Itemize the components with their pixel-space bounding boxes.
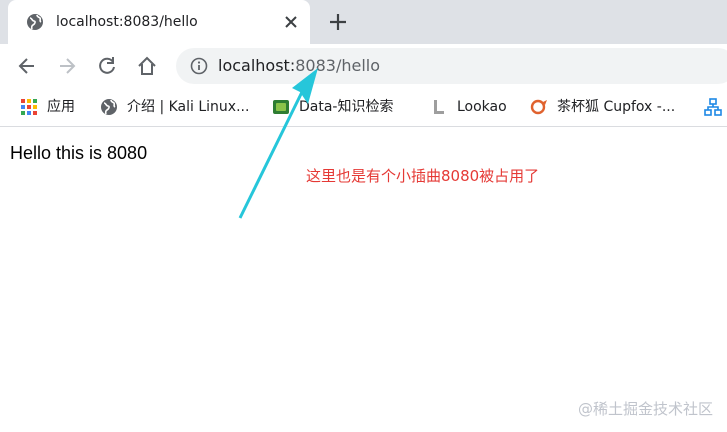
bookmark-cupfox[interactable]: 茶杯狐 Cupfox -...	[530, 97, 675, 117]
bookmark-label: Lookao	[457, 99, 507, 115]
reload-icon[interactable]	[96, 55, 118, 77]
apps-grid-icon	[21, 99, 37, 115]
bookmark-label: Data-知识检索	[299, 99, 394, 115]
lookao-icon	[434, 100, 444, 114]
forward-icon[interactable]	[56, 55, 78, 77]
tab-strip: localhost:8083/hello	[0, 0, 727, 44]
url-host: localhost:	[218, 56, 296, 75]
url-path: 8083/hello	[295, 56, 380, 75]
globe-icon	[27, 14, 43, 30]
bookmark-label: 介绍 | Kali Linux...	[127, 99, 250, 115]
active-tab[interactable]: localhost:8083/hello	[8, 0, 310, 44]
watermark: @稀土掘金技术社区	[577, 400, 713, 418]
bookmarks-bar: 应用 介绍 | Kali Linux... Data-知识检索 Lookao 茶…	[0, 88, 727, 127]
tab-title: localhost:8083/hello	[56, 14, 198, 30]
new-tab-icon[interactable]	[328, 12, 348, 32]
close-icon[interactable]	[284, 15, 298, 29]
page-body-text: Hello this is 8080	[10, 143, 148, 163]
bookmark-label: 应用	[47, 99, 75, 115]
network-icon[interactable]	[704, 98, 722, 116]
bookmark-apps[interactable]: 应用	[20, 97, 75, 117]
home-icon[interactable]	[136, 55, 158, 77]
toolbar: localhost:8083/hello	[0, 44, 727, 88]
info-icon[interactable]	[190, 57, 208, 75]
address-bar[interactable]: localhost:8083/hello	[176, 48, 727, 84]
bookmark-data[interactable]: Data-知识检索	[272, 97, 393, 117]
bookmark-kali[interactable]: 介绍 | Kali Linux...	[100, 97, 249, 117]
cupfox-icon	[530, 99, 547, 115]
bookmark-label: 茶杯狐 Cupfox -...	[557, 99, 676, 115]
bookmark-lookao[interactable]: Lookao	[430, 97, 507, 117]
annotation-note: 这里也是有个小插曲8080被占用了	[306, 167, 540, 185]
data-icon	[273, 100, 289, 114]
back-icon[interactable]	[16, 55, 38, 77]
url-text[interactable]: localhost:8083/hello	[218, 56, 380, 76]
globe-icon	[101, 99, 117, 115]
